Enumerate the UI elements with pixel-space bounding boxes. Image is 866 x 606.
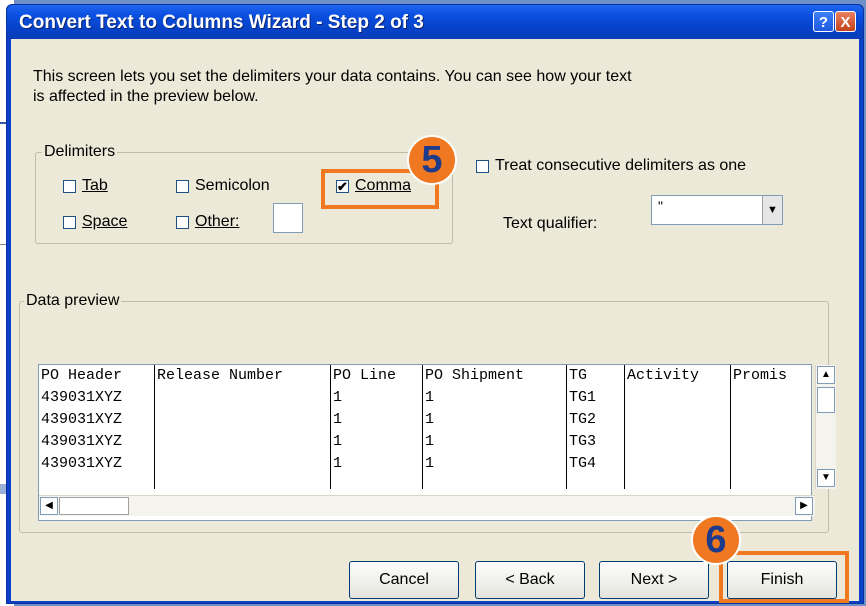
preview-column[interactable]: PO Shipment 1 1 1 1 <box>423 365 567 489</box>
preview-cell <box>625 387 730 409</box>
preview-column[interactable]: Release Number <box>155 365 331 489</box>
description-text: This screen lets you set the delimiters … <box>33 68 632 105</box>
wizard-dialog: Convert Text to Columns Wizard - Step 2 … <box>6 4 864 604</box>
data-preview-legend: Data preview <box>24 292 122 310</box>
space-check-box[interactable] <box>63 215 76 229</box>
preview-column[interactable]: Promis <box>731 365 815 489</box>
preview-cell <box>625 453 730 475</box>
preview-cell: 1 <box>425 411 435 428</box>
preview-cell <box>625 431 730 453</box>
scroll-down-icon[interactable]: ▼ <box>817 469 835 487</box>
preview-cell <box>155 453 330 475</box>
preview-cell: 439031XYZ <box>41 433 123 450</box>
preview-cell <box>731 387 815 409</box>
scroll-right-icon[interactable]: ▶ <box>795 497 813 515</box>
tab-checkbox[interactable]: Tab <box>63 177 108 195</box>
preview-cell <box>731 431 815 453</box>
preview-cell: TG4 <box>569 455 597 472</box>
scroll-thumb[interactable] <box>817 387 835 413</box>
preview-cell: TG3 <box>569 433 597 450</box>
next-button[interactable]: Next > <box>599 561 709 599</box>
preview-header-cell: PO Header <box>41 367 123 384</box>
preview-cell: TG2 <box>569 411 597 428</box>
preview-cell: 1 <box>333 433 343 450</box>
preview-cell <box>625 409 730 431</box>
consecutive-check-box[interactable] <box>476 159 489 173</box>
step6-badge: 6 <box>691 515 741 565</box>
other-label: Other: <box>195 213 240 230</box>
preview-cell: 1 <box>333 455 343 472</box>
other-delimiter-input[interactable] <box>273 203 303 233</box>
data-preview-grid[interactable]: PO Header 439031XYZ 439031XYZ 439031XYZ 4390… <box>38 364 836 521</box>
cancel-button[interactable]: Cancel <box>349 561 459 599</box>
scroll-up-icon[interactable]: ▲ <box>817 366 835 384</box>
delimiters-legend: Delimiters <box>42 143 118 161</box>
vertical-scrollbar[interactable]: ▲ ▼ <box>815 365 836 489</box>
scroll-thumb[interactable] <box>59 497 129 515</box>
preview-cell <box>155 387 330 409</box>
preview-header-cell: Release Number <box>157 367 284 384</box>
preview-cell: 1 <box>425 433 435 450</box>
space-label: Space <box>82 213 128 230</box>
preview-column[interactable]: PO Header 439031XYZ 439031XYZ 439031XYZ 4390… <box>39 365 155 489</box>
preview-cell <box>155 431 330 453</box>
horizontal-scrollbar[interactable]: ◀ ▶ <box>39 495 815 516</box>
preview-header-cell: TG <box>569 367 588 384</box>
preview-cell <box>155 409 330 431</box>
preview-cell: 439031XYZ <box>41 411 123 428</box>
preview-columns: PO Header 439031XYZ 439031XYZ 439031XYZ 4390… <box>39 365 815 489</box>
consecutive-delimiters-checkbox[interactable]: Treat consecutive delimiters as one <box>476 157 746 175</box>
consecutive-label: Treat consecutive delimiters as one <box>495 157 747 174</box>
back-button[interactable]: < Back <box>475 561 585 599</box>
text-qualifier-value: " <box>658 198 663 214</box>
window-title: Convert Text to Columns Wizard - Step 2 … <box>19 12 424 33</box>
text-qualifier-select[interactable]: " ▼ <box>651 195 783 225</box>
preview-header-cell: Promis <box>733 367 788 384</box>
preview-cell <box>731 453 815 475</box>
preview-cell <box>731 409 815 431</box>
other-check-box[interactable] <box>176 215 189 229</box>
tab-label: Tab <box>82 177 108 194</box>
tab-check-box[interactable] <box>63 179 76 193</box>
step5-badge: 5 <box>407 135 457 185</box>
semicolon-label: Semicolon <box>195 177 270 194</box>
preview-cell: TG1 <box>569 389 597 406</box>
preview-header-cell: Activity <box>627 367 700 384</box>
preview-cell: 1 <box>333 411 343 428</box>
semicolon-checkbox[interactable]: Semicolon <box>176 177 270 195</box>
preview-cell: 1 <box>425 389 435 406</box>
chevron-down-icon[interactable]: ▼ <box>762 196 782 224</box>
preview-cell: 439031XYZ <box>41 389 123 406</box>
semicolon-check-box[interactable] <box>176 179 189 193</box>
scroll-left-icon[interactable]: ◀ <box>40 497 58 515</box>
step6-highlight <box>719 551 849 603</box>
preview-column[interactable]: TG TG1 TG2 TG3 TG4 <box>567 365 625 489</box>
dialog-body: This screen lets you set the delimiters … <box>11 39 859 603</box>
help-button[interactable]: ? <box>813 11 834 32</box>
preview-cell: 1 <box>425 455 435 472</box>
preview-cell: 1 <box>333 389 343 406</box>
preview-header-cell: PO Shipment <box>425 367 525 384</box>
close-button[interactable]: X <box>835 11 856 32</box>
preview-column[interactable]: PO Line 1 1 1 1 <box>331 365 423 489</box>
space-checkbox[interactable]: Space <box>63 213 127 231</box>
preview-column[interactable]: Activity <box>625 365 731 489</box>
preview-header-cell: PO Line <box>333 367 397 384</box>
text-qualifier-label: Text qualifier: <box>503 215 598 232</box>
other-checkbox[interactable]: Other: <box>176 213 239 231</box>
title-bar: Convert Text to Columns Wizard - Step 2 … <box>7 5 863 39</box>
preview-cell: 439031XYZ <box>41 455 123 472</box>
